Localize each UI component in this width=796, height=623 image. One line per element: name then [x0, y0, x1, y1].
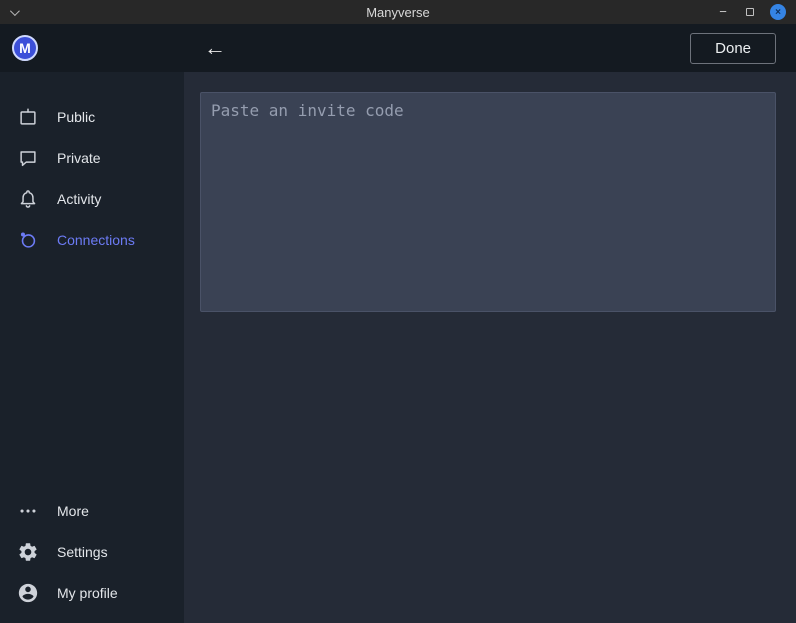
- manyverse-logo: M: [12, 35, 38, 61]
- private-icon: [16, 146, 40, 170]
- logo-zone: M: [0, 35, 184, 61]
- sidebar-item-activity[interactable]: Activity: [0, 178, 184, 219]
- sidebar-item-public[interactable]: Public: [0, 96, 184, 137]
- sidebar-item-label: More: [57, 503, 89, 519]
- public-icon: [16, 105, 40, 129]
- back-button[interactable]: ←: [200, 35, 230, 61]
- sidebar-item-label: Public: [57, 109, 95, 125]
- profile-icon: [16, 581, 40, 605]
- sidebar-item-label: My profile: [57, 585, 118, 601]
- sidebar-spacer: [0, 260, 184, 490]
- sidebar-item-label: Private: [57, 150, 101, 166]
- more-icon: [16, 499, 40, 523]
- app-header: M ← Done: [0, 24, 796, 72]
- sidebar: Public Private Activity: [0, 72, 184, 623]
- sidebar-item-my-profile[interactable]: My profile: [0, 572, 184, 613]
- activity-icon: [16, 187, 40, 211]
- app-window: Manyverse − × M ← Done: [0, 0, 796, 623]
- close-button[interactable]: ×: [770, 4, 786, 20]
- window-title: Manyverse: [0, 5, 796, 20]
- window-controls: − ×: [716, 4, 796, 20]
- sidebar-item-more[interactable]: More: [0, 490, 184, 531]
- minimize-button[interactable]: −: [716, 4, 730, 20]
- sidebar-item-label: Activity: [57, 191, 101, 207]
- content-area: Public Private Activity: [0, 72, 796, 623]
- chevron-down-icon: [9, 6, 19, 16]
- sidebar-item-label: Settings: [57, 544, 108, 560]
- restore-icon: [746, 8, 754, 16]
- sidebar-item-private[interactable]: Private: [0, 137, 184, 178]
- restore-button[interactable]: [746, 8, 754, 16]
- titlebar: Manyverse − ×: [0, 0, 796, 24]
- invite-code-input[interactable]: [200, 92, 776, 312]
- sidebar-item-label: Connections: [57, 232, 135, 248]
- window-menu-button[interactable]: [0, 0, 26, 24]
- done-button[interactable]: Done: [690, 33, 776, 64]
- sidebar-item-connections[interactable]: Connections: [0, 219, 184, 260]
- sidebar-item-settings[interactable]: Settings: [0, 531, 184, 572]
- connections-icon: [16, 228, 40, 252]
- main-panel: [184, 72, 796, 623]
- settings-icon: [16, 540, 40, 564]
